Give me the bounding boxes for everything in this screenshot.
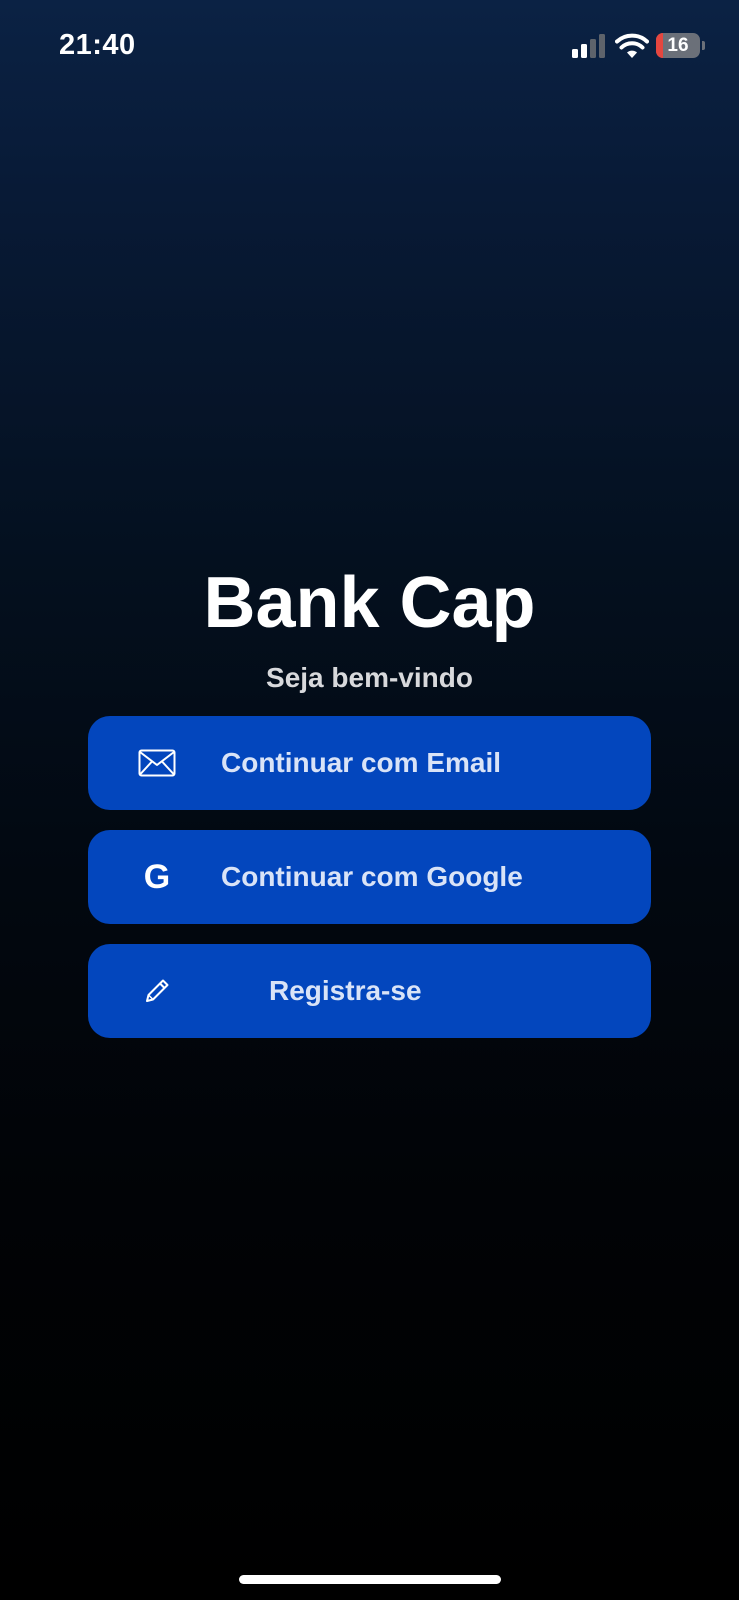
continue-with-email-label: Continuar com Email	[221, 747, 502, 778]
continue-with-google-button[interactable]: G Continuar com Google	[88, 830, 651, 924]
register-button[interactable]: Registra-se	[88, 944, 651, 1038]
google-icon: G	[138, 859, 176, 895]
pencil-icon	[138, 973, 176, 1009]
wifi-icon	[615, 33, 649, 58]
cellular-signal-icon	[572, 34, 605, 58]
continue-with-google-label: Continuar com Google	[221, 861, 523, 892]
continue-with-email-button[interactable]: Continuar com Email	[88, 716, 651, 810]
battery-body: 16	[656, 33, 700, 58]
battery-cap	[702, 41, 705, 50]
envelope-icon	[138, 745, 176, 781]
app-title: Bank Cap	[203, 563, 536, 643]
register-label: Registra-se	[269, 975, 422, 1006]
status-time: 21:40	[59, 29, 136, 61]
google-icon-glyph: G	[143, 858, 171, 896]
home-indicator[interactable]	[239, 1575, 501, 1584]
battery-level: 16	[667, 35, 689, 56]
status-bar: 21:40 16	[0, 0, 739, 92]
welcome-subtitle: Seja bem-vindo	[266, 662, 473, 693]
battery-indicator: 16	[656, 33, 705, 58]
